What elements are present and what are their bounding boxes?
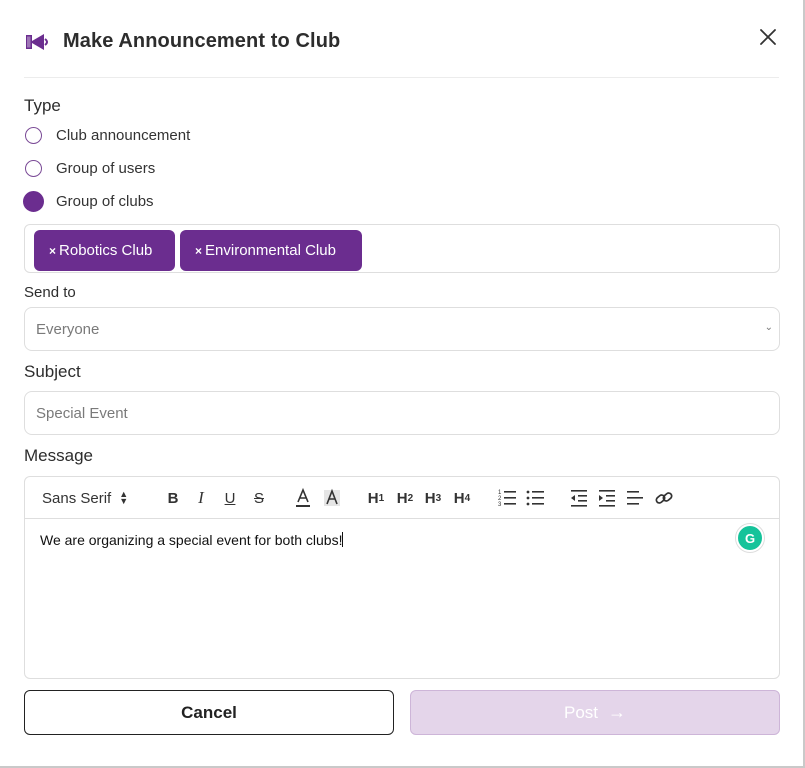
club-tags-input[interactable]: × Robotics Club × Environmental Club <box>24 224 780 273</box>
radio-button[interactable] <box>25 126 42 144</box>
updown-arrows-icon: ▲ ▼ <box>119 489 129 506</box>
link-icon[interactable] <box>654 487 674 509</box>
radio-label: Group of clubs <box>56 192 154 210</box>
modal-title: Make Announcement to Club <box>63 30 341 52</box>
grammarly-icon[interactable]: G <box>736 524 764 552</box>
text-caret <box>342 532 344 547</box>
announcement-modal: Make Announcement to Club Type Club anno… <box>0 0 805 768</box>
tag-environmental-club[interactable]: × Environmental Club <box>180 230 362 271</box>
ordered-list-icon[interactable]: 1 2 3 <box>497 487 517 509</box>
header-divider <box>24 77 779 78</box>
radio-label: Club announcement <box>56 126 191 144</box>
remove-tag-icon[interactable]: × <box>49 244 56 258</box>
megaphone-icon <box>26 34 48 50</box>
underline-button[interactable]: U <box>222 487 238 509</box>
message-editor[interactable]: Sans Serif ▲▼ B I U S H1 H2 H3 H4 1 2 3 <box>24 476 780 679</box>
radio-button[interactable] <box>25 159 42 177</box>
font-select[interactable]: Sans Serif ▲ ▼ <box>42 487 128 509</box>
bold-button[interactable]: B <box>165 487 181 509</box>
post-button-label: Post <box>563 702 599 722</box>
indent-icon[interactable] <box>597 487 617 509</box>
bullet-list-icon[interactable] <box>525 487 545 509</box>
radio-group-of-clubs[interactable]: Group of clubs <box>23 189 154 213</box>
arrow-right-icon: → <box>608 702 627 722</box>
strikethrough-button[interactable]: S <box>251 487 267 509</box>
message-body[interactable]: We are organizing a special event for bo… <box>40 532 344 548</box>
remove-tag-icon[interactable]: × <box>195 244 202 258</box>
subject-value: Special Event <box>36 404 128 422</box>
outdent-icon[interactable] <box>569 487 589 509</box>
type-label: Type <box>24 96 61 115</box>
modal-header: Make Announcement to Club <box>24 26 779 58</box>
font-select-value: Sans Serif <box>42 489 112 507</box>
radio-group-of-users[interactable]: Group of users <box>25 156 155 180</box>
subject-input[interactable]: Special Event <box>24 391 780 435</box>
subject-label: Subject <box>24 362 81 381</box>
text-color-icon[interactable] <box>293 487 313 509</box>
radio-button-selected[interactable] <box>23 190 44 212</box>
heading-4-button[interactable]: H4 <box>451 487 473 509</box>
heading-1-button[interactable]: H1 <box>365 487 387 509</box>
heading-3-button[interactable]: H3 <box>422 487 444 509</box>
radio-club-announcement[interactable]: Club announcement <box>25 123 190 147</box>
italic-button[interactable]: I <box>193 487 209 509</box>
tag-label: Environmental Club <box>205 242 336 259</box>
svg-text:3: 3 <box>498 502 502 508</box>
editor-toolbar: Sans Serif ▲ ▼ B I U S H1 H2 H3 H4 1 2 3 <box>25 477 779 519</box>
align-icon[interactable] <box>625 487 645 509</box>
send-to-select[interactable]: Everyone ⌄ <box>24 307 780 351</box>
close-icon[interactable] <box>757 26 779 48</box>
message-label: Message <box>24 446 93 465</box>
radio-label: Group of users <box>56 159 156 177</box>
tag-robotics-club[interactable]: × Robotics Club <box>34 230 175 271</box>
cancel-button[interactable]: Cancel <box>24 690 394 735</box>
heading-2-button[interactable]: H2 <box>394 487 416 509</box>
tag-label: Robotics Club <box>59 242 153 259</box>
send-to-value: Everyone <box>36 320 100 338</box>
chevron-down-icon: ⌄ <box>764 322 773 333</box>
background-color-icon[interactable] <box>322 487 342 509</box>
send-to-label: Send to <box>24 284 76 301</box>
post-button[interactable]: Post → <box>410 690 780 735</box>
